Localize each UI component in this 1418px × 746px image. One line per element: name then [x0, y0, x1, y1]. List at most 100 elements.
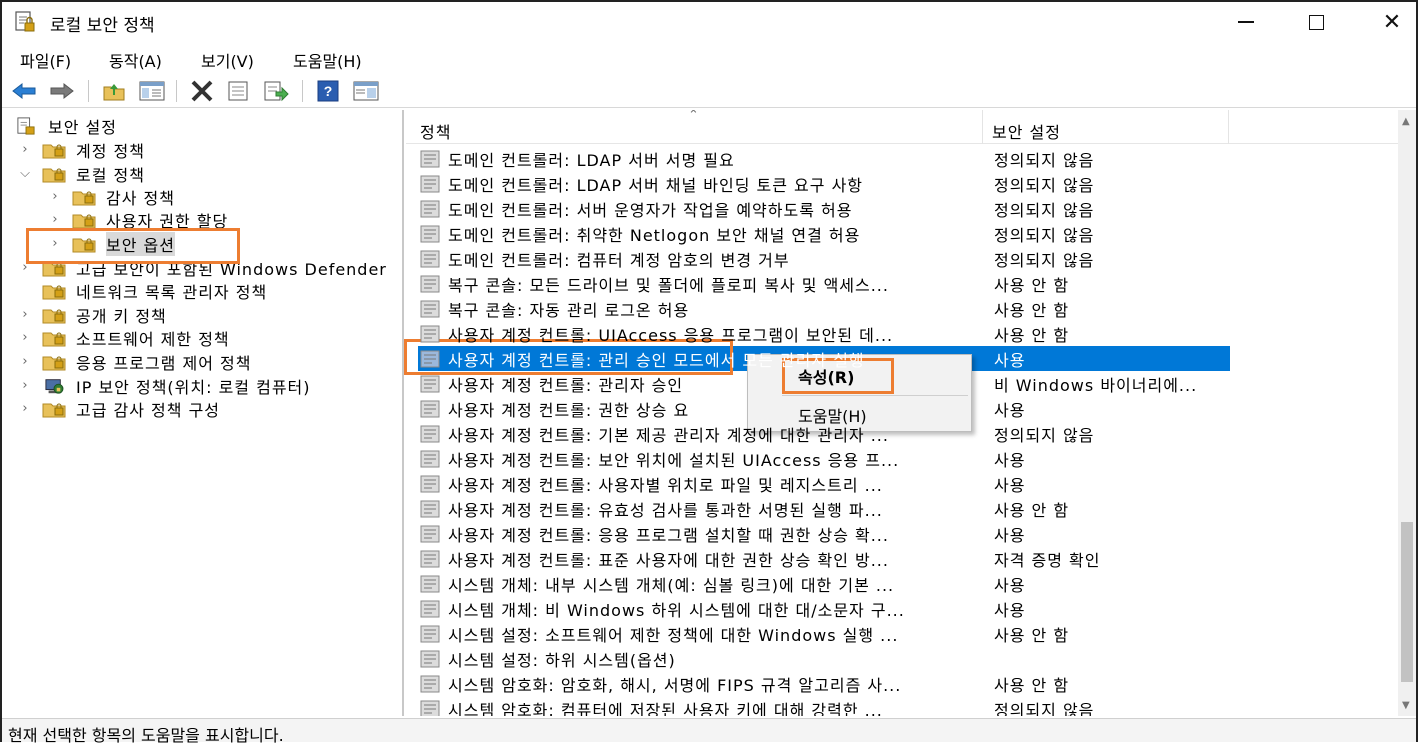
- chevron-right-icon[interactable]: ›: [18, 401, 32, 416]
- policy-setting: 사용 안 함: [994, 675, 1070, 695]
- policy-row[interactable]: 사용자 계정 컨트롤: 응용 프로그램 설치할 때 권한 상승 확... 사용: [406, 521, 1396, 546]
- policy-setting: 정의되지 않음: [994, 225, 1095, 245]
- policy-icon: [420, 700, 440, 716]
- tree-item-label: 고급 보안이 포함된 Windows Defender: [76, 259, 387, 279]
- vertical-scrollbar[interactable]: ▲ ▼: [1398, 110, 1416, 716]
- policy-row[interactable]: 사용자 계정 컨트롤: 사용자별 위치로 파일 및 레지스트리 ... 사용: [406, 471, 1396, 496]
- tree-item[interactable]: › 보안 옵션: [48, 231, 175, 256]
- menu-view[interactable]: 보기(V): [201, 48, 254, 72]
- tree-item[interactable]: › 고급 감사 정책 구성: [18, 397, 220, 420]
- policy-row[interactable]: 사용자 계정 컨트롤: 표준 사용자에 대한 권한 상승 확인 방... 자격 증…: [406, 546, 1396, 571]
- policy-icon: [420, 650, 440, 668]
- policy-row[interactable]: 사용자 계정 컨트롤: UIAccess 응용 프로그램이 보안된 데... 사용…: [406, 321, 1396, 346]
- show-hide-tree-button[interactable]: [138, 78, 166, 104]
- tree-item-label: 고급 감사 정책 구성: [76, 400, 221, 420]
- properties-button[interactable]: [224, 78, 252, 104]
- menu-action[interactable]: 동작(A): [109, 48, 162, 72]
- policy-row[interactable]: 사용자 계정 컨트롤: 기본 제공 관리자 계정에 대한 관리자 ... 정의되지…: [406, 421, 1396, 446]
- menu-bar: 파일(F) 동작(A) 보기(V) 도움말(H): [2, 44, 1416, 72]
- help-button[interactable]: ?: [314, 78, 342, 104]
- policy-row[interactable]: 시스템 개체: 내부 시스템 개체(예: 심볼 링크)에 대한 기본 ... 사용: [406, 571, 1396, 596]
- menu-file[interactable]: 파일(F): [20, 48, 71, 72]
- column-header-security-setting[interactable]: 보안 설정: [992, 119, 1061, 143]
- chevron-right-icon[interactable]: ›: [48, 212, 62, 227]
- tree-item[interactable]: › 고급 보안이 포함된 Windows Defender: [18, 256, 387, 279]
- policy-row[interactable]: 시스템 설정: 소프트웨어 제한 정책에 대한 Windows 실행 ... 사용…: [406, 621, 1396, 646]
- maximize-button[interactable]: [1286, 2, 1346, 42]
- policy-row[interactable]: 사용자 계정 컨트롤: 관리자 승인 비 Windows 바이너리에...: [406, 371, 1396, 396]
- list-header: 정책 ⌃ 보안 설정: [406, 110, 1416, 144]
- maximize-icon: [1308, 14, 1324, 30]
- policy-row[interactable]: 사용자 계정 컨트롤: 보안 위치에 설치된 UIAccess 응용 프... 사…: [406, 446, 1396, 471]
- chevron-right-icon[interactable]: ›: [18, 354, 32, 369]
- scroll-up-icon[interactable]: ▲: [1402, 116, 1410, 127]
- export-list-button[interactable]: [262, 78, 290, 104]
- policy-icon: [420, 200, 440, 218]
- policy-row[interactable]: 시스템 설정: 하위 시스템(옵션): [406, 646, 1396, 671]
- close-button[interactable]: ✕: [1362, 2, 1418, 42]
- console-tree-pane: 보안 설정 › 계정 정책 ⌵ 로컬 정책 › 감사 정책 › 사용자 권한 할당 › 보안 옵션 ›…: [2, 110, 404, 716]
- help-icon: ?: [317, 80, 339, 102]
- policy-row[interactable]: 시스템 암호화: 암호화, 해시, 서명에 FIPS 규격 알고리즘 사... 사…: [406, 671, 1396, 696]
- tree-item[interactable]: › 사용자 권한 할당: [48, 208, 228, 231]
- delete-button[interactable]: [188, 78, 216, 104]
- policy-icon: [420, 675, 440, 693]
- policy-row[interactable]: 사용자 계정 컨트롤: 유효성 검사를 통과한 서명된 실행 파... 사용 안 …: [406, 496, 1396, 521]
- policy-row[interactable]: 도메인 컨트롤러: 취약한 Netlogon 보안 채널 연결 허용 정의되지 않…: [406, 221, 1396, 246]
- policy-row[interactable]: 복구 콘솔: 자동 관리 로그온 허용 사용 안 함: [406, 296, 1396, 321]
- column-header-policy[interactable]: 정책: [420, 119, 451, 143]
- policy-icon: [420, 375, 440, 393]
- tree-item[interactable]: › 공개 키 정책: [18, 303, 167, 326]
- tree-item-label: 응용 프로그램 제어 정책: [76, 353, 252, 373]
- policy-name: 도메인 컨트롤러: 컴퓨터 계정 암호의 변경 거부: [448, 250, 790, 270]
- chevron-right-icon[interactable]: ›: [18, 330, 32, 345]
- tree-item[interactable]: › 계정 정책: [18, 138, 145, 161]
- back-button[interactable]: [10, 78, 38, 104]
- policy-row[interactable]: 도메인 컨트롤러: 서버 운영자가 작업을 예약하도록 허용 정의되지 않음: [406, 196, 1396, 221]
- chevron-right-icon[interactable]: ›: [18, 378, 32, 393]
- column-divider[interactable]: [982, 110, 983, 144]
- minimize-button[interactable]: [1216, 2, 1276, 42]
- policy-row[interactable]: 도메인 컨트롤러: LDAP 서버 채널 바인딩 토큰 요구 사항 정의되지 않음: [406, 171, 1396, 196]
- console-button[interactable]: [352, 78, 380, 104]
- tree-item-label: 네트워크 목록 관리자 정책: [76, 282, 268, 302]
- properties-icon: [228, 81, 248, 101]
- forward-button[interactable]: [48, 78, 76, 104]
- policy-row[interactable]: 시스템 암호화: 컴퓨터에 저장된 사용자 키에 대해 강력한 ... 정의되지 …: [406, 696, 1396, 716]
- tree-item-label: 공개 키 정책: [76, 306, 167, 326]
- policy-row[interactable]: 도메인 컨트롤러: LDAP 서버 서명 필요 정의되지 않음: [406, 146, 1396, 171]
- tree-item[interactable]: › IP 보안 정책(위치: 로컬 컴퓨터): [18, 374, 311, 397]
- policy-name: 사용자 계정 컨트롤: 보안 위치에 설치된 UIAccess 응용 프...: [448, 450, 900, 470]
- policy-row[interactable]: 사용자 계정 컨트롤: 권한 상승 요 사용: [406, 396, 1396, 421]
- tree-item-label: 감사 정책: [106, 188, 175, 208]
- chevron-right-icon[interactable]: ›: [18, 260, 32, 275]
- folder-icon: [42, 403, 66, 417]
- tree-item[interactable]: 네트워크 목록 관리자 정책: [18, 279, 267, 302]
- tree-item[interactable]: › 감사 정책: [48, 185, 175, 208]
- ip-security-icon: [45, 378, 64, 394]
- chevron-right-icon[interactable]: [18, 284, 32, 298]
- menu-help[interactable]: 도움말(H): [293, 48, 362, 72]
- chevron-down-icon[interactable]: ⌵: [18, 166, 32, 181]
- chevron-right-icon[interactable]: ›: [18, 307, 32, 322]
- tree-item[interactable]: ⌵ 로컬 정책: [18, 162, 145, 185]
- policy-row[interactable]: 사용자 계정 컨트롤: 관리 승인 모드에서 모든 관리자 실행 사용: [406, 346, 1396, 371]
- folder-icon: [72, 191, 96, 205]
- policy-row[interactable]: 도메인 컨트롤러: 컴퓨터 계정 암호의 변경 거부 정의되지 않음: [406, 246, 1396, 271]
- column-divider[interactable]: [1228, 110, 1229, 144]
- scrollbar-thumb[interactable]: [1401, 522, 1413, 682]
- tree-item[interactable]: › 소프트웨어 제한 정책: [18, 326, 230, 349]
- status-text: 현재 선택한 항목의 도움말을 표시합니다.: [8, 726, 284, 745]
- chevron-right-icon[interactable]: ›: [48, 236, 62, 251]
- chevron-right-icon[interactable]: ›: [18, 142, 32, 157]
- close-icon: ✕: [1382, 9, 1402, 35]
- scroll-down-icon[interactable]: ▼: [1402, 700, 1410, 711]
- folder-icon: [72, 214, 96, 228]
- policy-setting: 자격 증명 확인: [994, 550, 1101, 570]
- up-one-level-button[interactable]: [100, 78, 128, 104]
- chevron-right-icon[interactable]: ›: [48, 189, 62, 204]
- policy-row[interactable]: 복구 콘솔: 모든 드라이브 및 폴더에 플로피 복사 및 액세스... 사용 안…: [406, 271, 1396, 296]
- policy-row[interactable]: 시스템 개체: 비 Windows 하위 시스템에 대한 대/소문자 구... 사…: [406, 596, 1396, 621]
- tree-item[interactable]: › 응용 프로그램 제어 정책: [18, 350, 251, 373]
- tree-item[interactable]: 보안 설정: [14, 114, 117, 137]
